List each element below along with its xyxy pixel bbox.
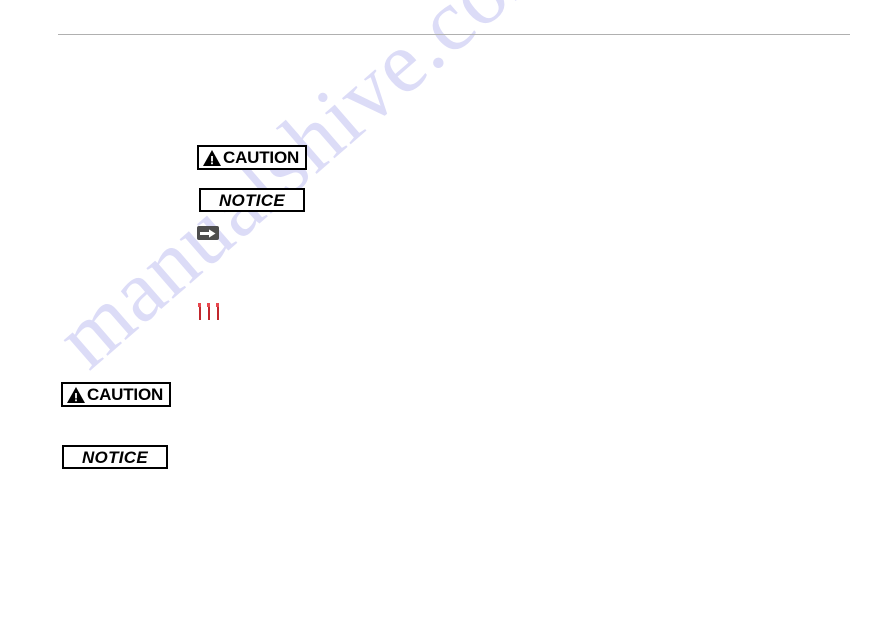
red-tick-icon [207,303,210,320]
notice-label-text: NOTICE [218,190,286,210]
notice-label-lower: NOTICE [62,445,168,469]
watermark-layer: manualshive.com [0,0,893,629]
watermark-text: manualshive.com [38,0,580,388]
notice-label-text: NOTICE [81,447,149,467]
arrow-right-badge [197,226,219,240]
notice-label-upper: NOTICE [199,188,305,212]
warning-triangle-icon [203,149,221,166]
caution-label-text: CAUTION [87,385,164,404]
caution-label-lower: CAUTION [61,382,171,407]
red-tick-icon [198,303,201,320]
caution-label-upper: CAUTION [197,145,307,170]
caution-label-text: CAUTION [223,148,300,167]
document-page: manualshive.com CAUTION NOTICE CAUTION N… [0,0,893,629]
red-tick-icon [216,303,219,320]
warning-triangle-icon [67,386,85,403]
header-rule [58,34,850,35]
red-tick-marks [198,303,226,321]
arrow-right-icon [200,228,216,238]
